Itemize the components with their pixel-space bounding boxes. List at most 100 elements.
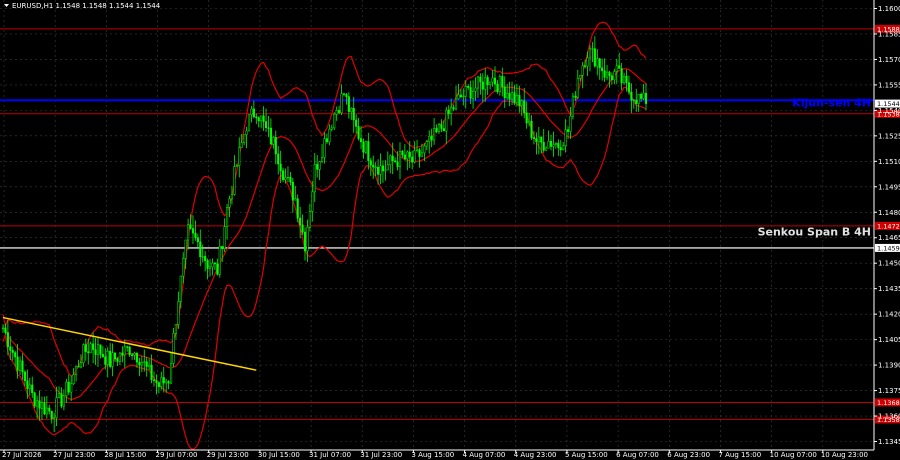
candle-body <box>84 344 87 352</box>
candle-body <box>474 87 477 92</box>
candle-body <box>99 344 102 355</box>
candle <box>296 194 299 223</box>
candle-body <box>230 194 233 200</box>
candle-body <box>150 364 153 381</box>
annotation-label: Kijun-sen 4H <box>792 97 871 110</box>
candle-body <box>425 141 428 147</box>
x-tick-label: 10 Aug 23:00 <box>821 451 868 459</box>
candle-body <box>513 92 516 103</box>
candle-body <box>450 107 453 114</box>
candle-body <box>301 224 304 233</box>
candle-body <box>528 120 531 124</box>
candle-body <box>545 147 548 151</box>
candle-body <box>352 108 355 121</box>
candle-body <box>43 402 46 415</box>
candle-body <box>101 354 104 358</box>
candle-body <box>535 138 538 142</box>
current-price-tag: 1.1544 <box>875 99 900 108</box>
candle-body <box>135 353 139 363</box>
candle-body <box>177 301 180 325</box>
candle-body <box>318 161 321 170</box>
candle-body <box>428 135 431 142</box>
candle-body <box>172 333 175 364</box>
candle-body <box>313 164 316 193</box>
candle-body <box>82 344 85 364</box>
candle-body <box>557 143 560 148</box>
candle-body <box>170 362 173 384</box>
candle-body <box>389 155 392 166</box>
x-tick-label: 29 Jul 07:00 <box>156 451 198 459</box>
x-tick-label: 30 Jul 15:00 <box>258 451 300 459</box>
candle-body <box>218 245 221 275</box>
candle-body <box>588 48 592 59</box>
candle-body <box>479 76 482 83</box>
x-tick-label: 5 Aug 15:00 <box>565 451 608 459</box>
candle-body <box>408 151 411 158</box>
candle-body <box>40 402 44 409</box>
candle-body <box>274 137 277 155</box>
candle-body <box>359 138 363 143</box>
candle-body <box>547 140 550 149</box>
candle-body <box>435 128 438 132</box>
candle-body <box>143 361 146 363</box>
candle-body <box>476 76 479 89</box>
candle-body <box>191 228 195 234</box>
candle-body <box>338 110 341 114</box>
y-tick-label: 1.1585 <box>878 30 900 38</box>
candle-body <box>260 115 263 121</box>
candle-body <box>581 65 584 76</box>
candle-body <box>364 141 367 153</box>
candle-body <box>294 198 297 201</box>
candle-body <box>559 147 562 151</box>
candle-body <box>330 127 333 130</box>
y-tick-label: 1.1390 <box>878 362 900 370</box>
candle-body <box>342 93 346 95</box>
x-tick-label: 6 Aug 07:00 <box>616 451 659 459</box>
candle-body <box>221 245 224 249</box>
candle-body <box>106 350 109 365</box>
candle-body <box>226 207 229 228</box>
candle-body <box>21 360 24 373</box>
x-tick-label: 27 Jul 2026 <box>2 451 42 459</box>
candle-body <box>562 145 565 151</box>
candle-body <box>11 350 14 353</box>
candle-body <box>574 95 577 98</box>
candle <box>333 112 336 131</box>
candle-body <box>282 170 285 180</box>
candle-body <box>9 346 12 351</box>
candle-body <box>596 58 599 67</box>
chart-window: Kijun-sen 4H Senkou Span B 4H 1.1588 1.153… <box>0 0 900 460</box>
candle-body <box>401 151 404 156</box>
candle-body <box>333 113 336 129</box>
y-tick-label: 1.1450 <box>878 260 900 268</box>
candle-body <box>131 354 134 356</box>
candle-body <box>240 142 243 148</box>
candle-body <box>62 395 65 407</box>
candle-body <box>350 108 353 112</box>
candle <box>172 327 175 368</box>
candle-body <box>569 115 572 132</box>
candle-body <box>398 151 402 167</box>
y-tick-label: 1.1555 <box>878 81 900 89</box>
candle-body <box>610 75 613 81</box>
candle-body <box>491 77 494 83</box>
candle-body <box>447 109 450 114</box>
candle-body <box>345 94 348 97</box>
x-tick-label: 29 Jul 23:00 <box>207 451 249 459</box>
candle-body <box>111 352 114 367</box>
candle-body <box>416 149 419 151</box>
candle-body <box>113 352 117 360</box>
candle-body <box>618 65 621 69</box>
candle-body <box>72 374 75 384</box>
candle-body <box>584 65 587 67</box>
candle-body <box>523 100 526 114</box>
candle-body <box>525 112 528 124</box>
candle-body <box>369 160 372 166</box>
candle-body <box>243 134 246 143</box>
y-tick-label: 1.1495 <box>878 183 900 191</box>
y-tick-label: 1.1510 <box>878 158 900 166</box>
candle-body <box>372 164 375 168</box>
price-chart[interactable]: Kijun-sen 4HSenkou Span B 4H 1.15881.153… <box>0 0 900 460</box>
candle-body <box>457 94 460 100</box>
candle-body <box>286 176 290 179</box>
